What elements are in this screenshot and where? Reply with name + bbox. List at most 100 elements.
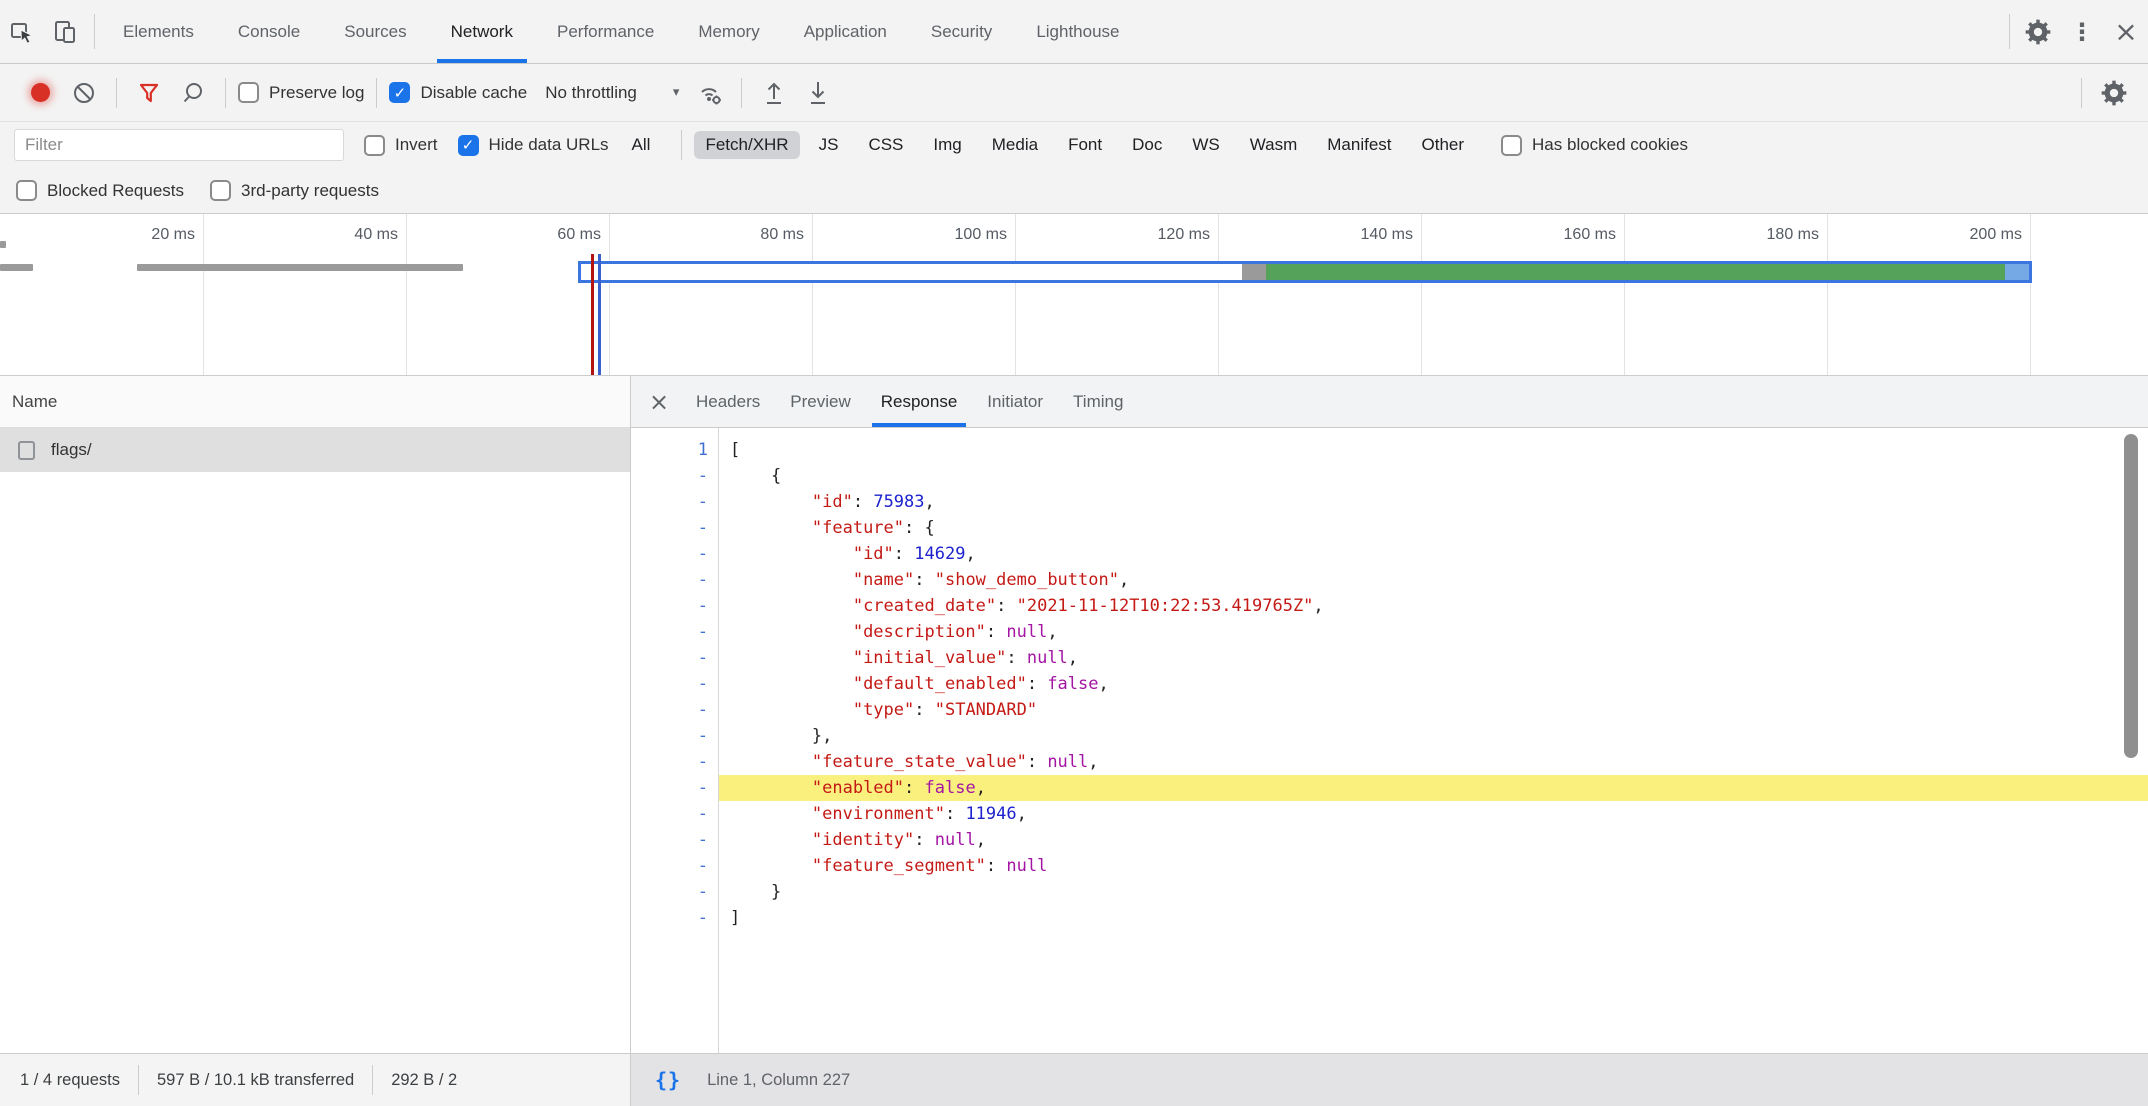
fold-marker[interactable]: - <box>631 879 708 905</box>
code-line[interactable]: "default_enabled": false, <box>719 671 2148 697</box>
tab-application[interactable]: Application <box>782 0 909 63</box>
fold-marker[interactable]: - <box>631 775 708 801</box>
line-number-gutter[interactable]: 1------------------ <box>631 428 719 1053</box>
code-line[interactable]: "type": "STANDARD" <box>719 697 2148 723</box>
tab-network[interactable]: Network <box>429 0 535 63</box>
fold-marker[interactable]: - <box>631 801 708 827</box>
search-icon[interactable] <box>173 73 213 113</box>
code-line[interactable]: "name": "show_demo_button", <box>719 567 2148 593</box>
highlighted-line[interactable]: "enabled": false, <box>719 775 2148 801</box>
code-line[interactable]: "initial_value": null, <box>719 645 2148 671</box>
fold-marker[interactable]: - <box>631 463 708 489</box>
fold-marker[interactable]: - <box>631 905 708 931</box>
fold-marker[interactable]: - <box>631 541 708 567</box>
disable-cache-checkbox[interactable]: Disable cache <box>389 82 527 103</box>
response-tab-timing[interactable]: Timing <box>1058 376 1138 427</box>
response-tab-headers[interactable]: Headers <box>681 376 775 427</box>
pill-all[interactable]: All <box>621 131 662 159</box>
line-number[interactable]: 1 <box>631 437 708 463</box>
response-tab-response[interactable]: Response <box>866 376 973 427</box>
inspect-element-icon[interactable] <box>0 0 44 63</box>
response-json-content[interactable]: [ { "id": 75983, "feature": { "id": 1462… <box>719 428 2148 1053</box>
code-line[interactable]: "description": null, <box>719 619 2148 645</box>
record-button[interactable] <box>20 73 60 113</box>
tab-console[interactable]: Console <box>216 0 322 63</box>
invert-checkbox[interactable]: Invert <box>364 135 438 156</box>
filter-input[interactable] <box>14 129 344 161</box>
fold-marker[interactable]: - <box>631 853 708 879</box>
code-line[interactable]: { <box>719 463 2148 489</box>
fold-marker[interactable]: - <box>631 619 708 645</box>
pill-fetchxhr[interactable]: Fetch/XHR <box>694 131 799 159</box>
throttling-dropdown[interactable]: No throttling ▾ <box>545 83 679 103</box>
network-settings-gear-icon[interactable] <box>2094 73 2134 113</box>
response-tab-initiator[interactable]: Initiator <box>972 376 1058 427</box>
pill-doc[interactable]: Doc <box>1121 131 1173 159</box>
tab-performance[interactable]: Performance <box>535 0 676 63</box>
third-party-requests-checkbox[interactable]: 3rd-party requests <box>210 180 379 201</box>
checkbox-checked[interactable] <box>458 135 479 156</box>
code-line[interactable]: [ <box>719 437 2148 463</box>
code-line[interactable]: "identity": null, <box>719 827 2148 853</box>
code-line[interactable]: "feature_state_value": null, <box>719 749 2148 775</box>
fold-marker[interactable]: - <box>631 567 708 593</box>
checkbox-unchecked[interactable] <box>210 180 231 201</box>
pill-css[interactable]: CSS <box>857 131 914 159</box>
vertical-scrollbar[interactable] <box>2124 434 2138 758</box>
name-column-header[interactable]: Name <box>0 376 630 428</box>
import-har-icon[interactable] <box>754 73 794 113</box>
close-devtools-icon[interactable]: × <box>2104 0 2148 63</box>
filter-funnel-icon[interactable] <box>129 73 169 113</box>
code-line[interactable]: "feature": { <box>719 515 2148 541</box>
tab-lighthouse[interactable]: Lighthouse <box>1014 0 1141 63</box>
device-toolbar-icon[interactable] <box>44 0 88 63</box>
code-line[interactable]: } <box>719 879 2148 905</box>
checkbox-unchecked[interactable] <box>364 135 385 156</box>
code-line[interactable]: "id": 75983, <box>719 489 2148 515</box>
fold-marker[interactable]: - <box>631 489 708 515</box>
code-line[interactable]: "environment": 11946, <box>719 801 2148 827</box>
pill-img[interactable]: Img <box>922 131 972 159</box>
checkbox-checked[interactable] <box>389 82 410 103</box>
fold-marker[interactable]: - <box>631 697 708 723</box>
code-line[interactable]: "id": 14629, <box>719 541 2148 567</box>
pretty-print-icon[interactable]: {} <box>655 1068 681 1092</box>
tab-security[interactable]: Security <box>909 0 1014 63</box>
pill-manifest[interactable]: Manifest <box>1316 131 1402 159</box>
export-har-icon[interactable] <box>798 73 838 113</box>
preserve-log-checkbox[interactable]: Preserve log <box>238 82 364 103</box>
response-code-viewer[interactable]: 1------------------ [ { "id": 75983, "fe… <box>631 428 2148 1053</box>
blocked-requests-checkbox[interactable]: Blocked Requests <box>16 180 184 201</box>
fold-marker[interactable]: - <box>631 723 708 749</box>
fold-marker[interactable]: - <box>631 827 708 853</box>
checkbox-unchecked[interactable] <box>16 180 37 201</box>
network-conditions-icon[interactable] <box>689 73 729 113</box>
more-options-icon[interactable]: ⋮ <box>2060 0 2104 63</box>
fold-marker[interactable]: - <box>631 749 708 775</box>
pill-ws[interactable]: WS <box>1181 131 1230 159</box>
pill-media[interactable]: Media <box>981 131 1049 159</box>
fold-marker[interactable]: - <box>631 593 708 619</box>
clear-icon[interactable] <box>64 73 104 113</box>
tab-sources[interactable]: Sources <box>322 0 428 63</box>
code-line[interactable]: }, <box>719 723 2148 749</box>
hide-data-urls-checkbox[interactable]: Hide data URLs <box>458 135 609 156</box>
tab-memory[interactable]: Memory <box>676 0 781 63</box>
fold-marker[interactable]: - <box>631 645 708 671</box>
pill-wasm[interactable]: Wasm <box>1239 131 1309 159</box>
checkbox-unchecked[interactable] <box>1501 135 1522 156</box>
close-response-icon[interactable]: × <box>637 376 681 427</box>
code-line[interactable]: "created_date": "2021-11-12T10:22:53.419… <box>719 593 2148 619</box>
fold-marker[interactable]: - <box>631 515 708 541</box>
pill-js[interactable]: JS <box>808 131 850 159</box>
checkbox-unchecked[interactable] <box>238 82 259 103</box>
code-line[interactable]: ] <box>719 905 2148 931</box>
settings-gear-icon[interactable] <box>2016 0 2060 63</box>
code-line[interactable]: "feature_segment": null <box>719 853 2148 879</box>
tab-elements[interactable]: Elements <box>101 0 216 63</box>
pill-font[interactable]: Font <box>1057 131 1113 159</box>
has-blocked-cookies-checkbox[interactable]: Has blocked cookies <box>1501 135 1688 156</box>
pill-other[interactable]: Other <box>1411 131 1476 159</box>
timeline-overview[interactable]: 20 ms40 ms60 ms80 ms100 ms120 ms140 ms16… <box>0 214 2148 376</box>
response-tab-preview[interactable]: Preview <box>775 376 865 427</box>
